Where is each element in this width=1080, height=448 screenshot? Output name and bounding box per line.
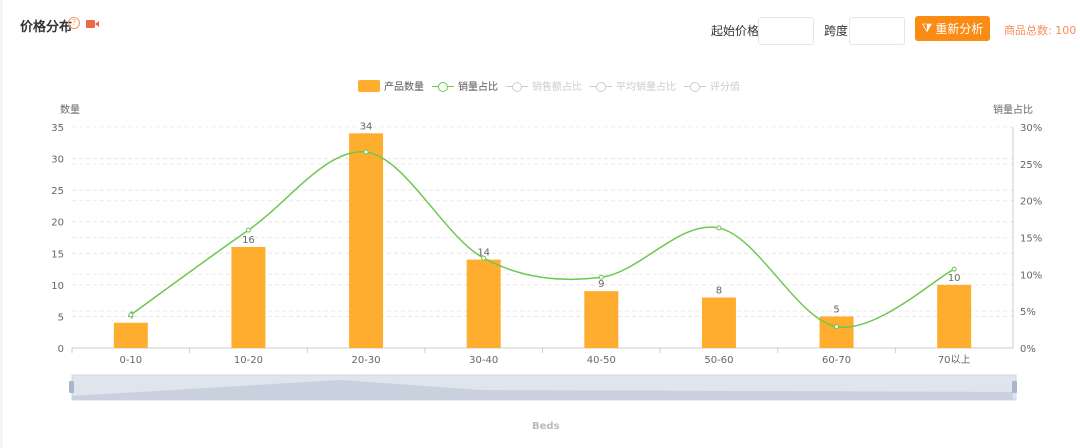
y-tick-label: 30: [51, 155, 64, 166]
bar: [349, 133, 384, 348]
bar: [701, 297, 736, 348]
x-axis-title: Beds: [532, 421, 560, 432]
y2-tick-label: 25%: [1020, 160, 1042, 171]
y2-tick-label: 10%: [1020, 270, 1042, 281]
chart: 数量 销量占比 0 5 10 15 20 25 30 35 0% 5% 10% 15% 20% 25% 30…: [51, 103, 1042, 401]
x-tick-label: 30-40: [469, 355, 498, 366]
data-zoom-handle-left: [69, 381, 74, 393]
bar-value-label: 5: [833, 304, 839, 315]
bar-value-label: 9: [598, 279, 604, 290]
line-point: [598, 274, 604, 280]
x-tick-label: 70以上: [938, 354, 971, 366]
line-point: [481, 255, 487, 261]
y-tick-label: 10: [51, 281, 64, 292]
y-tick-label: 35: [51, 123, 64, 134]
bar: [937, 284, 972, 348]
data-zoom-handle-right: [1012, 381, 1017, 393]
bar-value-label: 16: [242, 235, 255, 246]
line-point: [363, 149, 369, 155]
line-point: [716, 225, 722, 231]
x-tick-label: 0-10: [119, 355, 142, 366]
bar-value-label: 8: [716, 285, 722, 296]
x-tick-label: 10-20: [234, 355, 263, 366]
bar-value-label: 34: [360, 121, 373, 132]
x-tick-label: 20-30: [352, 355, 381, 366]
x-tick-label: 60-70: [822, 355, 851, 366]
bar: [819, 316, 854, 348]
bar-value-label: 10: [948, 273, 961, 284]
x-tick-label: 40-50: [587, 355, 616, 366]
line-point: [834, 324, 840, 330]
bar: [113, 322, 148, 348]
y2-tick-label: 30%: [1020, 123, 1042, 134]
y-tick-label: 5: [58, 312, 64, 323]
y-tick-label: 0: [58, 344, 64, 355]
y-tick-label: 20: [51, 218, 64, 229]
bar: [584, 291, 619, 348]
y2-axis-title: 销量占比: [993, 103, 1033, 116]
y2-tick-label: 20%: [1020, 197, 1042, 208]
line-point: [951, 266, 957, 272]
line-point: [245, 227, 251, 233]
x-tick-label: 50-60: [704, 355, 733, 366]
y2-tick-label: 5%: [1020, 307, 1036, 318]
y2-tick-label: 0%: [1020, 344, 1036, 355]
y2-tick-label: 15%: [1020, 234, 1042, 245]
bar: [466, 259, 501, 348]
bar: [231, 246, 266, 348]
line-point: [128, 312, 134, 318]
y-axis-title: 数量: [60, 103, 80, 116]
y-tick-label: 25: [51, 186, 64, 197]
y-tick-label: 15: [51, 249, 64, 260]
